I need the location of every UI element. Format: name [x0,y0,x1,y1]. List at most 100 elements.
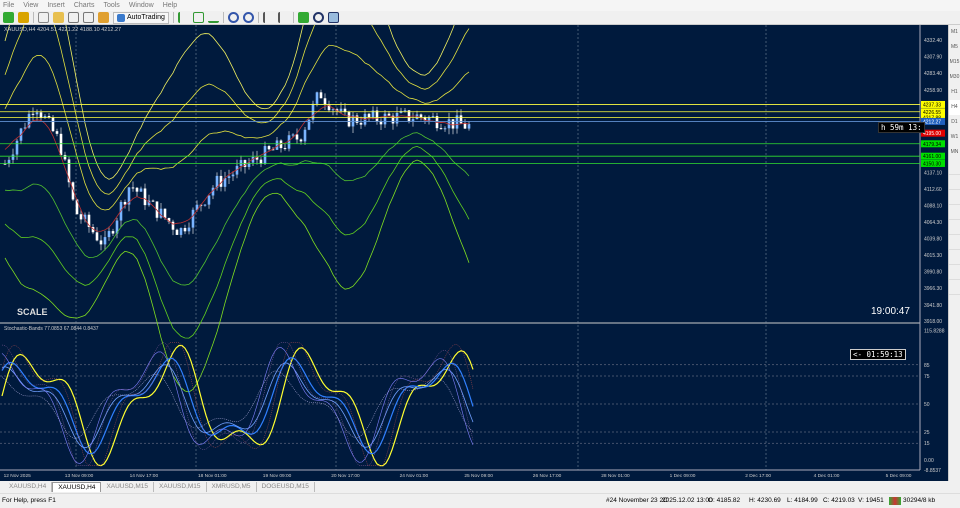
candle [303,129,307,142]
navigator-icon[interactable] [53,12,64,23]
price-tag-label: 4179.34 [923,142,941,148]
timeframe-m15[interactable]: M15 [949,55,960,70]
menu-view[interactable]: View [23,2,38,9]
price-axis-label: 4137.10 [924,170,942,176]
chart-canvas[interactable]: 4332.40 4307.90 4283.40 4258.90 4137.10 4112.… [0,25,948,481]
time-axis-label: 1 Dec 09:00 [670,473,696,479]
zoom-out-icon[interactable] [242,12,254,23]
chart-tab[interactable]: XAUUSD,H4 [4,482,53,492]
menu-tools[interactable]: Tools [103,2,119,9]
menu-help[interactable]: Help [163,2,177,9]
cursor-tool-icon[interactable] [949,160,960,175]
horizontal-line-tool-icon[interactable] [949,205,960,220]
price-axis-label: 4112.60 [924,187,942,193]
timeframe-mn[interactable]: MN [949,145,960,160]
time-axis-label: 5 Dec 09:00 [886,473,912,479]
candle [231,174,235,177]
time-axis-label: 24 Nov 01:00 [400,473,429,479]
time-axis-label: 26 Nov 17:00 [533,473,562,479]
templates-icon[interactable] [327,12,339,23]
timeframe-w1[interactable]: W1 [949,130,960,145]
candle [459,115,463,124]
zoom-in-icon[interactable] [227,12,239,23]
periods-icon[interactable] [312,12,324,23]
price-axis-label: 3918.00 [924,319,942,325]
label-tool-icon[interactable] [949,280,960,295]
candle [227,176,231,179]
time-axis-label: 25 Nov 09:00 [464,473,493,479]
candle [319,92,323,99]
menu-charts[interactable]: Charts [74,2,95,9]
indicator-header: Stochastic-Bands 77.0853 67.0844 0.8437 [4,326,99,332]
strategy-tester-icon[interactable] [83,12,94,23]
indicators-icon[interactable] [297,12,309,23]
chart-tab[interactable]: DOGEUSD,M15 [257,482,315,492]
price-tag-label: 4195.00 [923,131,941,137]
menu-file[interactable]: File [3,2,14,9]
candle [63,154,67,160]
bar-chart-icon[interactable] [177,12,189,23]
price-axis-label: 4258.90 [924,88,942,94]
candle [295,134,299,140]
connection-icon [889,497,901,505]
candle [331,109,335,111]
menu-window[interactable]: Window [129,2,154,9]
timeframe-m30[interactable]: M30 [949,70,960,85]
vertical-line-tool-icon[interactable] [949,190,960,205]
chart-tab[interactable]: XAUUSD,H4 [52,482,102,492]
candle [39,112,43,118]
candle [411,119,415,122]
indicator-timer: <- 01:59:13 [850,349,906,360]
chart-header: XAUUSD,H4 4204.51 4221.22 4188.10 4212.2… [4,27,122,33]
channel-tool-icon[interactable] [949,235,960,250]
candle [439,128,443,130]
terminal-icon[interactable] [68,12,79,23]
indicator-line [1,344,474,467]
crosshair-tool-icon[interactable] [949,175,960,190]
line-chart-icon[interactable] [207,12,219,23]
new-order-icon[interactable] [98,12,109,23]
price-axis-label: 4015.30 [924,253,942,259]
candle [291,134,295,136]
chart-tab[interactable]: XAUUSD,M15 [101,482,154,492]
help-text: For Help, press F1 [2,497,56,504]
candle [327,104,331,111]
candle [203,204,207,206]
candlestick-icon[interactable] [192,12,204,23]
candle [135,187,139,192]
fibonacci-tool-icon[interactable] [949,250,960,265]
timeframe-d1[interactable]: D1 [949,115,960,130]
time-axis-label: 20 Nov 17:00 [331,473,360,479]
timeframe-m1[interactable]: M1 [949,25,960,40]
chart-window[interactable]: 4332.40 4307.90 4283.40 4258.90 4137.10 4112.… [0,25,948,481]
price-tag-label: 4212.27 [923,119,941,125]
autotrading-button[interactable]: AutoTrading [113,11,169,24]
autoscroll-icon[interactable] [262,12,274,23]
timeframe-toolbar: M1 M5 M15 M30 H1 H4 D1 W1 MN [948,25,960,481]
timeframe-h4[interactable]: H4 [949,100,960,115]
chart-tab[interactable]: XAUUSD,M15 [154,482,207,492]
candle [467,123,471,129]
price-axis-label: 4064.30 [924,220,942,226]
indicator-line [1,357,474,455]
timeframe-h1[interactable]: H1 [949,85,960,100]
price-axis-label: 4332.40 [924,38,942,44]
candle [431,116,435,118]
price-axis-label: 3966.30 [924,286,942,292]
chart-tab[interactable]: XMRUSD,M5 [207,482,257,492]
status-bar: For Help, press F1 #24 November 23 2C 20… [0,493,960,507]
indicator-axis-label: -8.8537 [924,468,941,474]
profiles-icon[interactable] [18,12,29,23]
candle [451,119,455,129]
candle [31,113,35,115]
new-chart-icon[interactable] [3,12,14,23]
text-tool-icon[interactable] [949,265,960,280]
candle [263,146,267,164]
candle [367,113,371,118]
trendline-tool-icon[interactable] [949,220,960,235]
market-watch-icon[interactable] [38,12,49,23]
menu-insert[interactable]: Insert [47,2,65,9]
price-axis-label: 4283.40 [924,71,942,77]
chart-shift-icon[interactable] [277,12,289,23]
timeframe-m5[interactable]: M5 [949,40,960,55]
